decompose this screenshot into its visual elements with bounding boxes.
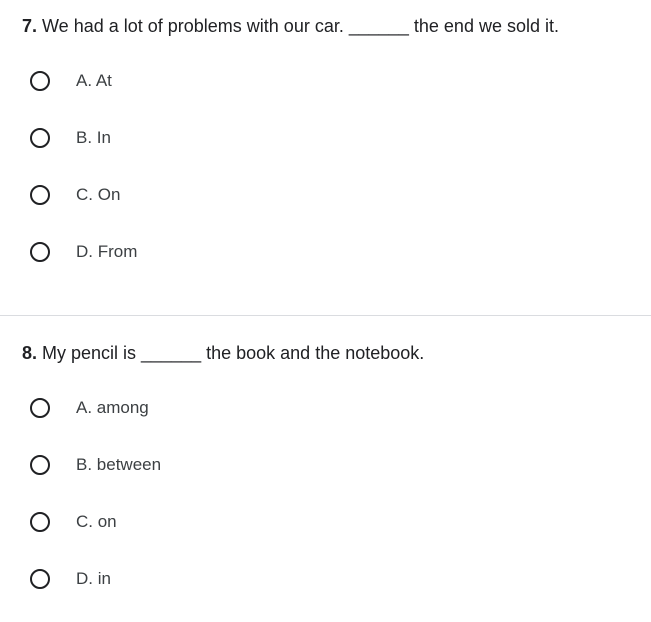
question-text: 7. We had a lot of problems with our car… [22, 15, 559, 37]
option-b[interactable]: B. In [30, 127, 630, 149]
option-label: C. On [76, 185, 121, 204]
option-a[interactable]: A. among [30, 397, 630, 419]
radio-button-icon[interactable] [30, 455, 50, 475]
radio-button-icon[interactable] [30, 569, 50, 589]
option-label: B. between [76, 455, 162, 474]
question-divider [0, 315, 651, 316]
radio-button-icon[interactable] [30, 71, 50, 91]
option-d[interactable]: D. in [30, 568, 630, 590]
option-label: A. among [76, 398, 149, 417]
option-c[interactable]: C. on [30, 511, 630, 533]
radio-button-icon[interactable] [30, 128, 50, 148]
question-prompt: We had a lot of problems with our car. _… [37, 16, 559, 36]
radio-button-icon[interactable] [30, 512, 50, 532]
option-label: D. From [76, 242, 138, 261]
question-number: 8. [22, 343, 38, 363]
option-label: B. In [76, 128, 111, 147]
radio-button-icon[interactable] [30, 242, 50, 262]
option-label: A. At [76, 71, 112, 90]
option-d[interactable]: D. From [30, 241, 630, 263]
option-c[interactable]: C. On [30, 184, 630, 206]
question-text: 8. My pencil is ______ the book and the … [22, 342, 424, 364]
question-number: 7. [22, 16, 38, 36]
radio-button-icon[interactable] [30, 398, 50, 418]
question-prompt: My pencil is ______ the book and the not… [37, 343, 425, 363]
option-label: C. on [76, 512, 117, 531]
option-b[interactable]: B. between [30, 454, 630, 476]
option-label: D. in [76, 569, 111, 588]
option-a[interactable]: A. At [30, 70, 630, 92]
radio-button-icon[interactable] [30, 185, 50, 205]
